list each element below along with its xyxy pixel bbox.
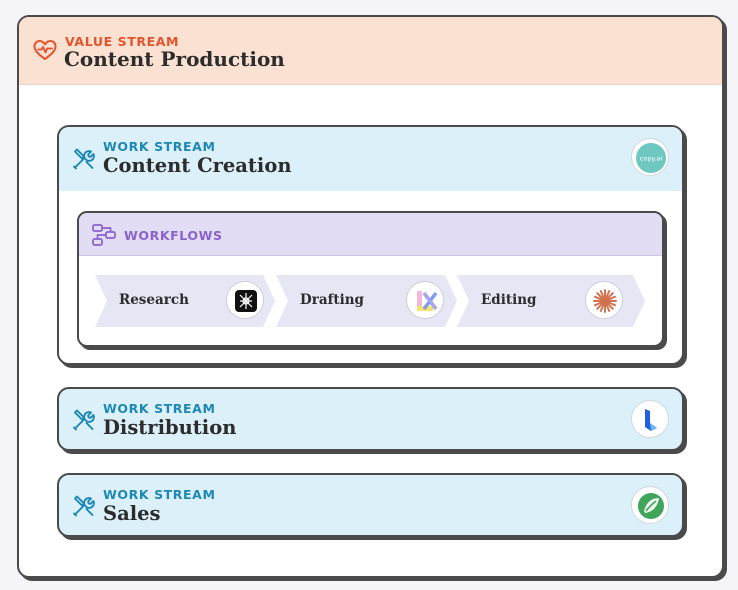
- workflow-step-editing[interactable]: Editing: [457, 275, 645, 327]
- work-stream-header: WORK STREAM Content Creation copy.ai: [59, 127, 682, 191]
- research-app-logo: [226, 281, 264, 319]
- work-stream-distribution[interactable]: WORK STREAM Distribution: [57, 387, 684, 451]
- work-stream-eyebrow: WORK STREAM: [103, 401, 216, 416]
- value-stream-header: VALUE STREAM Content Production: [19, 17, 722, 85]
- workflow-step-drafting[interactable]: Drafting: [276, 275, 457, 327]
- editing-app-logo: [585, 281, 623, 319]
- work-stream-title: Sales: [103, 502, 161, 525]
- heart-pulse-icon: [33, 40, 57, 60]
- step-label: Editing: [481, 292, 537, 308]
- workflow-icon: [92, 224, 116, 246]
- work-stream-sales[interactable]: WORK STREAM Sales: [57, 473, 684, 537]
- workflow-steps: Research Drafting Editing: [95, 275, 647, 327]
- tools-icon: [73, 148, 95, 170]
- work-stream-title: Distribution: [103, 416, 237, 439]
- copy-ai-logo: copy.ai: [631, 138, 669, 176]
- step-label: Drafting: [300, 292, 364, 308]
- value-stream-card: VALUE STREAM Content Production WORK STR…: [17, 15, 724, 578]
- workflows-header: WORKFLOWS: [79, 213, 662, 256]
- workflows-eyebrow: WORKFLOWS: [124, 228, 223, 243]
- work-stream-eyebrow: WORK STREAM: [103, 487, 216, 502]
- step-label: Research: [119, 292, 189, 308]
- tools-icon: [73, 495, 95, 517]
- work-stream-content-creation[interactable]: WORK STREAM Content Creation copy.ai WOR…: [57, 125, 684, 365]
- workflow-step-research[interactable]: Research: [95, 275, 275, 327]
- value-stream-title: Content Production: [64, 47, 285, 71]
- drafting-app-logo: [406, 281, 444, 319]
- distribution-app-logo: [631, 400, 669, 438]
- work-stream-eyebrow: WORK STREAM: [103, 139, 216, 154]
- workflows-card: WORKFLOWS Research Drafting Editing: [77, 211, 664, 347]
- work-stream-title: Content Creation: [103, 154, 292, 177]
- sales-app-logo: [631, 486, 669, 524]
- tools-icon: [73, 409, 95, 431]
- copy-ai-logo-text: copy.ai: [640, 155, 663, 163]
